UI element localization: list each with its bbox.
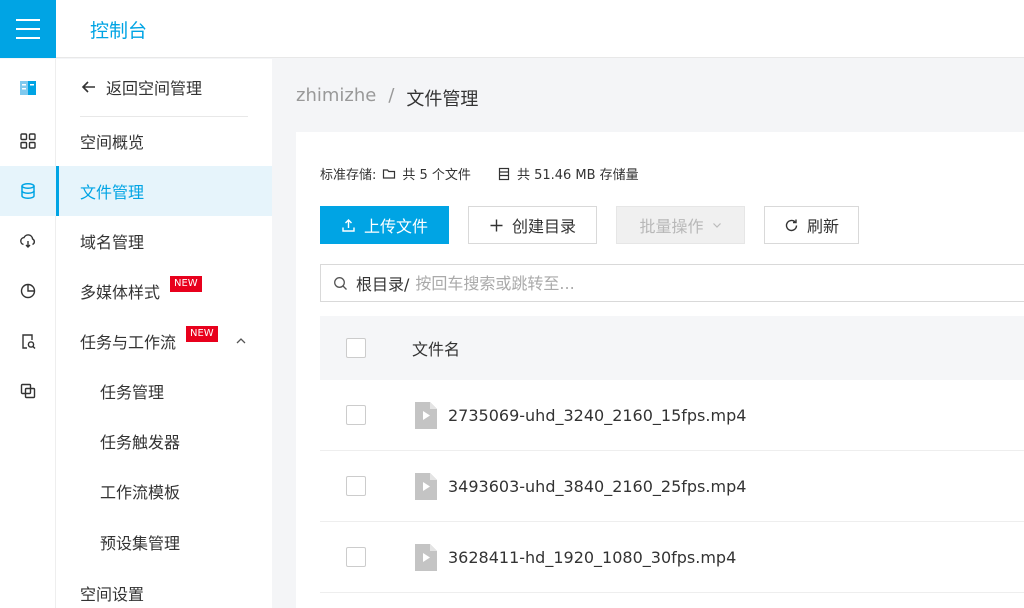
arrow-left-icon: [81, 81, 95, 93]
batch-operations-dropdown[interactable]: 批量操作: [616, 206, 745, 244]
upload-icon: [342, 218, 355, 232]
pie-chart-icon[interactable]: [0, 266, 56, 316]
video-file-icon: [415, 473, 437, 500]
file-count: 共 5 个文件: [402, 168, 471, 183]
row-checkbox[interactable]: [346, 405, 366, 425]
storage-size: 共 51.46 MB 存储量: [516, 168, 639, 183]
row-checkbox[interactable]: [346, 476, 366, 496]
file-name[interactable]: 3628411-hd_1920_1080_30fps.mp4: [448, 548, 736, 567]
table-header: 文件名: [320, 316, 1024, 380]
sidebar-item-workflow-templates[interactable]: 工作流模板: [56, 466, 272, 516]
sidebar-item-media-styles[interactable]: 多媒体样式 NEW: [56, 266, 272, 316]
top-bar: 控制台: [0, 0, 1024, 58]
new-badge: NEW: [186, 326, 218, 342]
column-header-filename: 文件名: [412, 340, 461, 359]
transfer-icon[interactable]: [0, 366, 56, 416]
cloud-sync-icon[interactable]: [0, 216, 56, 266]
sidebar-item-presets[interactable]: 预设集管理: [56, 517, 272, 567]
video-file-icon: [415, 544, 437, 571]
chevron-up-icon: [236, 338, 246, 344]
console-title[interactable]: 控制台: [90, 16, 147, 43]
table-row[interactable]: 3493603-uhd_3840_2160_25fps.mp4: [320, 451, 1024, 522]
new-badge: NEW: [170, 276, 202, 292]
create-directory-button[interactable]: 创建目录: [468, 206, 597, 244]
grid-icon[interactable]: [0, 116, 56, 166]
upload-file-button[interactable]: 上传文件: [320, 206, 449, 244]
database-icon[interactable]: [0, 166, 56, 216]
sidebar-item-space-settings[interactable]: 空间设置: [56, 568, 272, 608]
chevron-down-icon: [712, 223, 721, 228]
file-name[interactable]: 3493603-uhd_3840_2160_25fps.mp4: [448, 477, 746, 496]
table-row[interactable]: 3628411-hd_1920_1080_30fps.mp4: [320, 522, 1024, 593]
breadcrumb-space[interactable]: zhimizhe: [296, 85, 376, 111]
storage-icon: [498, 167, 510, 180]
sidebar: 返回空间管理 空间概览 文件管理 域名管理 多媒体样式 NEW 任务与工作流 N…: [56, 59, 272, 608]
icon-rail: [0, 59, 56, 608]
search-icon: [334, 276, 347, 290]
folder-icon: [383, 168, 396, 179]
storage-stats: 标准存储: 共 5 个文件 共 51.46 MB 存储量: [320, 164, 639, 183]
table-row[interactable]: 2735069-uhd_3240_2160_15fps.mp4: [320, 380, 1024, 451]
breadcrumb: zhimizhe / 文件管理: [296, 85, 478, 111]
select-all-checkbox[interactable]: [346, 338, 366, 358]
video-file-icon: [415, 402, 437, 429]
back-label: 返回空间管理: [106, 79, 203, 98]
hamburger-menu-icon[interactable]: [0, 0, 56, 58]
root-path: 根目录/: [356, 275, 410, 294]
sidebar-item-tasks-workflows[interactable]: 任务与工作流 NEW: [56, 316, 272, 366]
sidebar-item-domain-management[interactable]: 域名管理: [56, 216, 272, 266]
search-input[interactable]: [415, 273, 1024, 293]
stats-label: 标准存储:: [320, 168, 377, 183]
back-to-space-link[interactable]: 返回空间管理: [80, 75, 202, 99]
sidebar-item-task-triggers[interactable]: 任务触发器: [56, 416, 272, 466]
plus-icon: [490, 219, 503, 231]
breadcrumb-separator: /: [388, 85, 395, 106]
sidebar-item-overview[interactable]: 空间概览: [56, 116, 272, 166]
sidebar-item-task-management[interactable]: 任务管理: [56, 366, 272, 416]
refresh-icon: [785, 219, 798, 231]
sidebar-item-file-management[interactable]: 文件管理: [56, 166, 272, 216]
row-checkbox[interactable]: [346, 547, 366, 567]
file-name[interactable]: 2735069-uhd_3240_2160_15fps.mp4: [448, 406, 746, 425]
breadcrumb-current: 文件管理: [406, 89, 479, 110]
refresh-button[interactable]: 刷新: [764, 206, 859, 244]
path-search-bar[interactable]: 根目录/: [320, 264, 1024, 302]
storage-logo-icon[interactable]: [0, 63, 56, 113]
file-panel: 标准存储: 共 5 个文件 共 51.46 MB 存储量 上传文件 创建目录 批…: [296, 132, 1024, 608]
file-search-icon[interactable]: [0, 316, 56, 366]
